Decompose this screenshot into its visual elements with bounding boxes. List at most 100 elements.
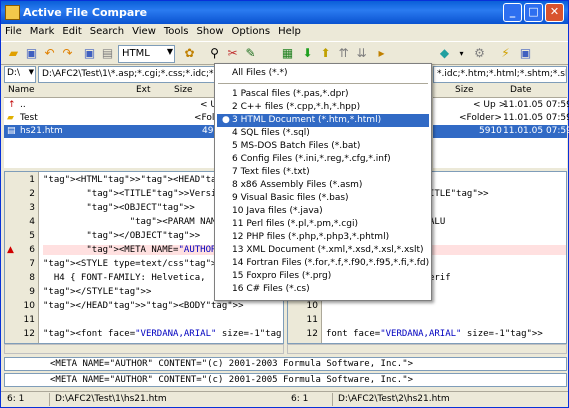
right-cursor-pos: 6: 1 <box>291 394 309 404</box>
report-icon[interactable]: ▣ <box>517 45 534 62</box>
right-path-field[interactable]: *.idc;*.htm;*.html;*.shtm;*.shtml <box>433 66 567 83</box>
menu-file[interactable]: File <box>1 24 26 37</box>
undo-icon[interactable]: ↶ <box>41 45 58 62</box>
gem-dropdown-icon[interactable]: ▾ <box>453 45 470 62</box>
right-file-path: D:\AFC2\Test\2\hs21.htm <box>338 394 450 404</box>
line-number: 10 <box>23 301 35 311</box>
list-item[interactable]: 5910 11.01.05 07:59 <box>433 125 569 138</box>
title-bar: Active File Compare _ □ ✕ <box>1 1 568 24</box>
prev-diff-icon[interactable]: ⬆ <box>317 45 334 62</box>
close-button[interactable]: ✕ <box>545 3 564 22</box>
open-folder-icon[interactable]: ▰ <box>5 45 22 62</box>
sync-folders-icon[interactable]: ▦ <box>279 45 296 62</box>
print-icon[interactable]: ▤ <box>99 45 116 62</box>
edit-pencil-icon[interactable]: ✎ <box>242 45 259 62</box>
left-horizontal-scrollbar[interactable] <box>4 344 284 354</box>
code-line[interactable]: "tag"></HEAD"tag">>"tag"><BODY"tag">> <box>43 301 244 311</box>
filter-menu-item[interactable]: 1 Pascal files (*.pas,*.dpr) <box>217 88 429 101</box>
col-date-header[interactable]: Date <box>510 85 532 95</box>
filter-menu-item[interactable]: 9 Visual Basic files (*.bas) <box>217 192 429 205</box>
menu-bar: File Mark Edit Search View Tools Show Options He… <box>1 24 568 41</box>
line-number: 3 <box>29 203 35 213</box>
filter-menu-label: 11 Perl files (*.pl,*.pm,*.cgi) <box>232 219 358 229</box>
left-drive-value: D:\ <box>7 68 20 78</box>
line-number: 1 <box>29 175 35 185</box>
col-ext-header[interactable]: Ext <box>136 85 151 95</box>
filter-menu-item[interactable]: 4 SQL files (*.sql) <box>217 127 429 140</box>
filter-menu-item[interactable]: 10 Java files (*.java) <box>217 205 429 218</box>
app-icon <box>5 5 20 20</box>
redo-icon[interactable]: ↷ <box>59 45 76 62</box>
first-diff-icon[interactable]: ⇈ <box>335 45 352 62</box>
window-title: Active File Compare <box>23 6 148 19</box>
filter-menu-label: 4 SQL files (*.sql) <box>232 128 310 138</box>
filter-menu-item[interactable]: ● 3 HTML Document (*.htm,*.html) <box>217 114 429 127</box>
gem-icon[interactable]: ◆ <box>436 45 453 62</box>
filter-combo[interactable]: HTML ▼ <box>118 45 175 63</box>
line-number: 12 <box>23 329 35 339</box>
code-line[interactable]: "tag"><OBJECT"tag">> <box>43 203 194 213</box>
copy-right-icon[interactable]: ▸ <box>373 45 390 62</box>
code-line[interactable]: "tag"><font face="VERDANA,ARIAL" size=-1… <box>43 329 283 339</box>
save-icon[interactable]: ▣ <box>23 45 40 62</box>
right-horizontal-scrollbar[interactable] <box>287 344 567 354</box>
code-line[interactable]: font face="VERDANA,ARIAL" size=-1"tag">> <box>326 329 543 339</box>
compare-icon[interactable]: ✂ <box>224 45 241 62</box>
save-all-icon[interactable]: ▣ <box>81 45 98 62</box>
list-item[interactable]: <Folder> 11.01.05 07:59 <box>433 112 569 125</box>
code-line[interactable]: "tag"></STYLE"tag">> <box>43 287 151 297</box>
menu-view[interactable]: View <box>128 24 160 37</box>
line-number: 8 <box>29 273 35 283</box>
menu-edit[interactable]: Edit <box>58 24 85 37</box>
code-line[interactable]: "tag"><HTML"tag">>"tag"><HEAD"tag">> <box>43 175 238 185</box>
code-line[interactable]: "tag"><STYLE type=text/css"tag">> <box>43 259 222 269</box>
code-line[interactable]: "tag"></OBJECT"tag">> <box>43 231 200 241</box>
file-icon: ▤ <box>7 126 16 136</box>
maximize-button[interactable]: □ <box>524 3 543 22</box>
compare-line-left: <META NAME="AUTHOR" CONTENT="(c) 2001-20… <box>4 357 567 371</box>
left-drive-combo[interactable]: D:\ ▼ <box>4 66 36 83</box>
filter-menu-item[interactable]: 16 C# Files (*.cs) <box>217 283 429 296</box>
list-item[interactable]: < Up >11.01.05 07:59 <box>433 99 569 112</box>
filter-menu-item[interactable]: 8 x86 Assembly Files (*.asm) <box>217 179 429 192</box>
line-number: 7 <box>29 259 35 269</box>
filter-menu-label: 7 Text files (*.txt) <box>232 167 310 177</box>
col-name-header[interactable]: Name <box>8 85 35 95</box>
filter-icon[interactable]: ✿ <box>181 45 198 62</box>
menu-search[interactable]: Search <box>86 24 128 37</box>
filter-menu-item[interactable]: 6 Config Files (*.ini,*.reg,*.cfg,*.inf) <box>217 153 429 166</box>
filter-menu-item[interactable]: 2 C++ files (*.cpp,*.h,*.hpp) <box>217 101 429 114</box>
menu-mark[interactable]: Mark <box>26 24 59 37</box>
filter-menu-item[interactable]: 12 PHP files (*.php,*.php3,*.phtml) <box>217 231 429 244</box>
warning-icon: ▲ <box>7 245 14 255</box>
menu-help[interactable]: Help <box>274 24 305 37</box>
next-diff-icon[interactable]: ⬇ <box>299 45 316 62</box>
menu-tools[interactable]: Tools <box>160 24 193 37</box>
lightning-icon[interactable]: ⚡ <box>497 45 514 62</box>
filter-menu-item[interactable]: 11 Perl files (*.pl,*.pm,*.cgi) <box>217 218 429 231</box>
filter-menu-item[interactable]: 15 Foxpro Files (*.prg) <box>217 270 429 283</box>
line-number: 11 <box>23 315 35 325</box>
filter-menu-item[interactable]: 5 MS-DOS Batch Files (*.bat) <box>217 140 429 153</box>
menu-show[interactable]: Show <box>193 24 228 37</box>
filter-menu-label: 14 Fortran Files (*.for,*.f,*.f90,*.f95,… <box>232 258 430 268</box>
menu-options[interactable]: Options <box>228 24 275 37</box>
filter-menu-item[interactable]: 14 Fortran Files (*.for,*.f,*.f90,*.f95,… <box>217 257 429 270</box>
col-size-header[interactable]: Size <box>455 85 473 95</box>
filter-menu-label: 5 MS-DOS Batch Files (*.bat) <box>232 141 361 151</box>
col-size-header[interactable]: Size <box>174 85 192 95</box>
line-number: 5 <box>29 231 35 241</box>
line-number: 11 <box>306 315 318 325</box>
menu-separator <box>218 83 428 84</box>
filter-menu-item[interactable]: 13 XML Document (*.xml,*.xsd,*.xsl,*.xsl… <box>217 244 429 257</box>
chevron-down-icon: ▼ <box>28 68 34 76</box>
code-line[interactable]: H4 { FONT-FAMILY: Helvetica, <box>43 273 211 283</box>
filter-menu-item[interactable]: All Files (*.*) <box>217 67 429 80</box>
app-window: Active File Compare _ □ ✕ File Mark Edit Se… <box>0 0 569 408</box>
find-binoculars-icon[interactable]: ⚲ <box>206 45 223 62</box>
last-diff-icon[interactable]: ⇊ <box>353 45 370 62</box>
options-icon[interactable]: ⚙ <box>471 45 488 62</box>
chevron-down-icon: ▼ <box>166 47 173 56</box>
filter-menu-item[interactable]: 7 Text files (*.txt) <box>217 166 429 179</box>
minimize-button[interactable]: _ <box>503 3 522 22</box>
